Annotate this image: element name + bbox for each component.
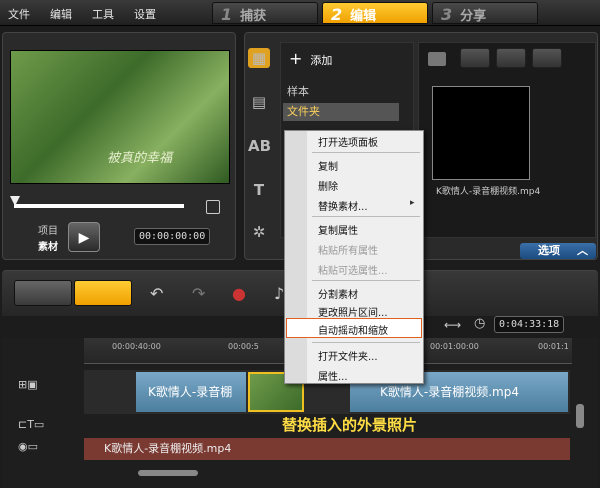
ctx-open-folder[interactable]: 打开文件夹... (318, 348, 378, 363)
project-label[interactable]: 项目 (38, 222, 58, 237)
play-button[interactable]: ▶ (68, 222, 100, 252)
ctx-replace-clip[interactable]: 替换素材... (318, 198, 368, 213)
clock-icon: ◷ (474, 316, 486, 331)
effect-icon[interactable]: ✲ (248, 222, 270, 242)
ctx-paste-selected-attributes: 粘贴可选属性... (318, 266, 388, 277)
fit-timeline-icon[interactable]: ⟷ (444, 318, 461, 332)
resize-icon[interactable] (206, 200, 220, 214)
show-video-button[interactable] (460, 48, 490, 68)
show-photo-button[interactable] (496, 48, 526, 68)
undo-icon[interactable]: ↶ (150, 284, 163, 303)
ctx-delete[interactable]: 删除 (318, 178, 338, 193)
title-icon[interactable]: AB (248, 136, 271, 156)
timeline-view-button[interactable] (74, 280, 132, 306)
ctx-copy[interactable]: 复制 (318, 158, 338, 173)
storyboard-view-button[interactable] (14, 280, 72, 306)
video-track-icon: ⊞▣ (18, 378, 38, 391)
tab-capture[interactable]: 1 捕获 (212, 2, 318, 24)
ctx-split-clip[interactable]: 分割素材 (318, 286, 358, 301)
menu-edit[interactable]: 编辑 (50, 6, 72, 22)
media-icon[interactable]: ▦ (248, 48, 270, 68)
folder-icon[interactable] (428, 52, 446, 66)
clip-label[interactable]: 素材 (38, 238, 58, 253)
thumbnail-caption: K歌情人-录音棚视频.mp4 (436, 187, 541, 197)
music-track-icon: ◉▭ (18, 440, 38, 453)
show-audio-button[interactable] (532, 48, 562, 68)
menu-settings[interactable]: 设置 (134, 6, 156, 22)
ctx-separator (312, 216, 420, 217)
ctx-paste-all-attributes: 粘贴所有属性 (318, 246, 378, 257)
ctx-separator (312, 152, 420, 153)
transition-icon[interactable]: ▤ (248, 92, 270, 112)
audio-mix-icon[interactable]: ♪ (274, 284, 284, 303)
ruler-label: 00:00:5 (228, 342, 259, 351)
scrub-bar[interactable] (14, 204, 184, 208)
ruler-label: 00:01:00:00 (430, 342, 479, 351)
submenu-arrow-icon: ▸ (410, 198, 415, 208)
ctx-separator (312, 342, 420, 343)
ctx-auto-pan-zoom[interactable]: 自动摇动和缩放 (318, 322, 388, 337)
horizontal-scrollbar[interactable] (138, 470, 198, 476)
folder-folder[interactable]: 文件夹 (283, 103, 399, 121)
tab-share[interactable]: 3 分享 (432, 2, 538, 24)
player-timecode[interactable]: 00:00:00:00 (134, 228, 211, 245)
ctx-open-options[interactable]: 打开选项面板 (318, 134, 378, 149)
folder-sample[interactable]: 样本 (287, 83, 309, 99)
top-menu-bar: 文件 编辑 工具 设置 1 捕获 2 编辑 3 分享 (0, 0, 600, 26)
preview-window: 被真的幸福 (10, 50, 230, 184)
ruler-label: 00:01:1 (538, 342, 569, 351)
ctx-separator (312, 280, 420, 281)
options-button[interactable]: 选项 ︿ (520, 243, 596, 259)
add-button[interactable]: + 添加 (289, 49, 399, 71)
overlay-track-header[interactable]: ⊏T▭ (18, 418, 82, 442)
ruler-label: 00:00:40:00 (112, 342, 161, 351)
ctx-properties[interactable]: 属性... (318, 368, 348, 383)
video-track-header[interactable]: ⊞▣ (18, 378, 82, 402)
menu-file[interactable]: 文件 (8, 6, 30, 22)
annotation-text: 替换插入的外景照片 (282, 416, 418, 434)
audio-clip[interactable]: K歌情人-录音棚视频.mp4 (84, 438, 570, 460)
total-duration: 0:04:33:18 (494, 316, 565, 333)
menu-tools[interactable]: 工具 (92, 6, 114, 22)
tab-edit[interactable]: 2 编辑 (322, 2, 428, 24)
ctx-copy-attributes[interactable]: 复制属性 (318, 222, 358, 237)
ctx-change-photo-duration[interactable]: 更改照片区间... (318, 304, 388, 319)
text-icon[interactable]: T (248, 180, 270, 200)
preview-overlay-text: 被真的幸福 (107, 151, 173, 166)
music-track-header[interactable]: ◉▭ (18, 440, 82, 464)
video-clip-1[interactable]: K歌情人-录音棚 (136, 372, 246, 412)
record-icon[interactable]: ● (232, 284, 246, 303)
media-thumbnail[interactable] (432, 86, 530, 180)
overlay-track-icon: ⊏T▭ (18, 418, 45, 431)
context-menu-gutter (285, 131, 307, 383)
plus-icon: + (289, 49, 303, 68)
chevron-up-icon: ︿ (577, 244, 588, 257)
vertical-scrollbar[interactable] (576, 404, 584, 428)
redo-icon[interactable]: ↷ (192, 284, 205, 303)
